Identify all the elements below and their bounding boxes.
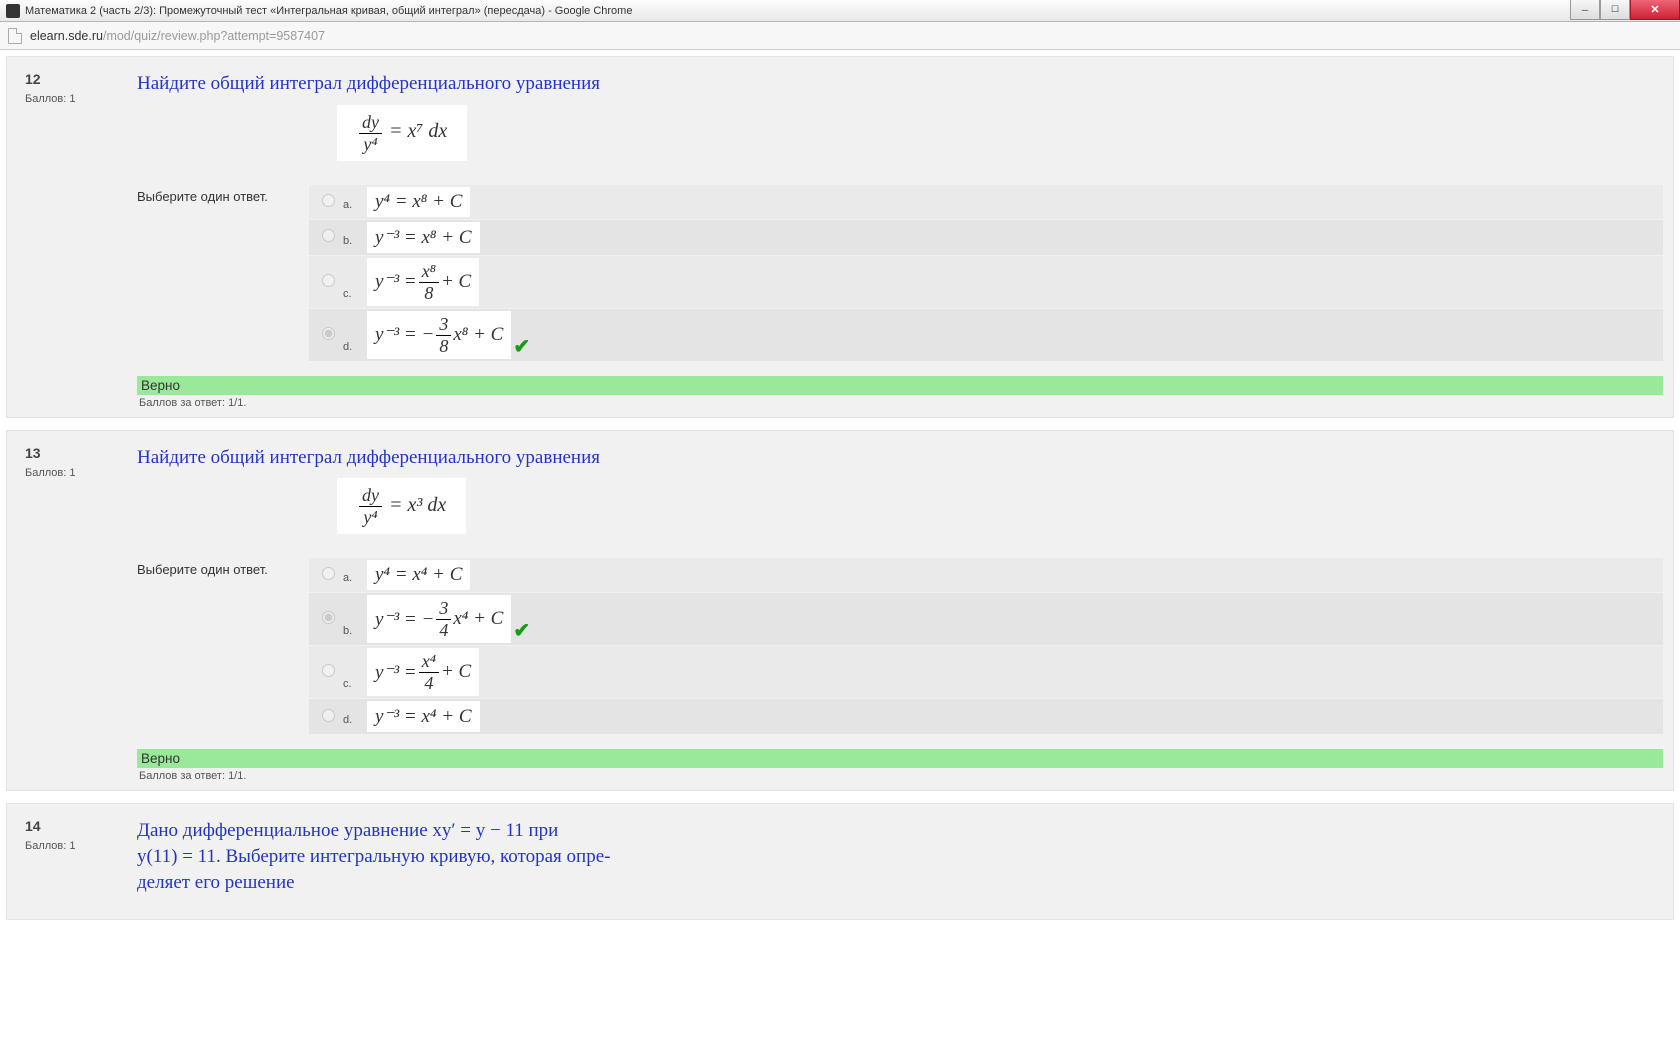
radio-c[interactable] (322, 274, 335, 287)
answer-c-formula: y⁻³ = x⁴4 + C (367, 648, 479, 696)
page-icon (8, 28, 22, 44)
window-maximize-button[interactable]: ☐ (1600, 0, 1630, 20)
answer-b-formula: y⁻³ = x⁸ + C (367, 222, 480, 253)
answer-a-formula: y⁴ = x⁴ + C (367, 560, 470, 590)
question-prompt: Найдите общий интеграл дифференциального… (137, 445, 1663, 471)
feedback-block: Верно Баллов за ответ: 1/1. (137, 749, 1663, 784)
feedback-score: Баллов за ответ: 1/1. (137, 768, 1663, 784)
window-controls: ─ ☐ ✕ (1570, 0, 1680, 20)
answer-d-formula: y⁻³ = − 38 x⁸ + C (367, 311, 511, 359)
feedback-score: Баллов за ответ: 1/1. (137, 395, 1663, 411)
radio-d[interactable] (322, 327, 335, 340)
correct-check-icon: ✔ (513, 334, 530, 359)
answer-options: a. y⁴ = x⁸ + C b. y⁻³ = x⁸ + C c. y⁻³ = … (309, 185, 1663, 362)
window-titlebar: Математика 2 (часть 2/3): Промежуточный … (0, 0, 1680, 22)
answer-option-c[interactable]: c. y⁻³ = x⁴4 + C (309, 646, 1663, 698)
question-prompt: Найдите общий интеграл дифференциального… (137, 71, 1663, 97)
radio-a[interactable] (322, 567, 335, 580)
answer-option-d[interactable]: d. y⁻³ = − 38 x⁸ + C ✔ (309, 309, 1663, 361)
app-favicon (6, 4, 20, 18)
answer-option-b[interactable]: b. y⁻³ = x⁸ + C (309, 220, 1663, 255)
radio-a[interactable] (322, 194, 335, 207)
answer-options: a. y⁴ = x⁴ + C b. y⁻³ = − 34 x⁴ + C ✔ c.… (309, 558, 1663, 735)
url-path: /mod/quiz/review.php?attempt=9587407 (103, 29, 325, 43)
question-equation: dyy⁴ = x⁷ dx (337, 105, 467, 161)
answer-option-b[interactable]: b. y⁻³ = − 34 x⁴ + C ✔ (309, 593, 1663, 645)
radio-b[interactable] (322, 611, 335, 624)
feedback-correct: Верно (137, 376, 1663, 395)
url-domain: elearn.sde.ru (30, 29, 103, 43)
answer-option-a[interactable]: a. y⁴ = x⁴ + C (309, 558, 1663, 592)
question-number: 14 (25, 818, 115, 834)
feedback-block: Верно Баллов за ответ: 1/1. (137, 376, 1663, 411)
question-max-score: Баллов: 1 (25, 467, 115, 479)
radio-d[interactable] (322, 709, 335, 722)
answer-d-formula: y⁻³ = x⁴ + C (367, 701, 480, 732)
question-max-score: Баллов: 1 (25, 93, 115, 105)
address-bar[interactable]: elearn.sde.ru/mod/quiz/review.php?attemp… (0, 22, 1680, 50)
window-title: Математика 2 (часть 2/3): Промежуточный … (25, 5, 632, 17)
answer-b-formula: y⁻³ = − 34 x⁴ + C (367, 595, 511, 643)
radio-c[interactable] (322, 664, 335, 677)
question-prompt: Дано дифференциальное уравнение xy′ = y … (137, 818, 657, 895)
answer-c-formula: y⁻³ = x⁸8 + C (367, 258, 479, 306)
answer-option-d[interactable]: d. y⁻³ = x⁴ + C (309, 699, 1663, 734)
select-one-label: Выберите один ответ. (137, 185, 309, 362)
page-viewport[interactable]: 12 Баллов: 1 Найдите общий интеграл дифф… (0, 50, 1680, 1050)
answer-a-formula: y⁴ = x⁸ + C (367, 187, 470, 217)
window-minimize-button[interactable]: ─ (1570, 0, 1600, 20)
question-number: 12 (25, 71, 115, 87)
question-block-14: 14 Баллов: 1 Дано дифференциальное уравн… (6, 803, 1674, 920)
question-equation: dyy⁴ = x³ dx (337, 478, 466, 534)
question-max-score: Баллов: 1 (25, 840, 115, 852)
window-close-button[interactable]: ✕ (1630, 0, 1680, 20)
question-block-12: 12 Баллов: 1 Найдите общий интеграл дифф… (6, 56, 1674, 418)
question-block-13: 13 Баллов: 1 Найдите общий интеграл дифф… (6, 430, 1674, 792)
correct-check-icon: ✔ (513, 618, 530, 643)
answer-option-a[interactable]: a. y⁴ = x⁸ + C (309, 185, 1663, 219)
feedback-correct: Верно (137, 749, 1663, 768)
question-number: 13 (25, 445, 115, 461)
answer-option-c[interactable]: c. y⁻³ = x⁸8 + C (309, 256, 1663, 308)
radio-b[interactable] (322, 229, 335, 242)
select-one-label: Выберите один ответ. (137, 558, 309, 735)
